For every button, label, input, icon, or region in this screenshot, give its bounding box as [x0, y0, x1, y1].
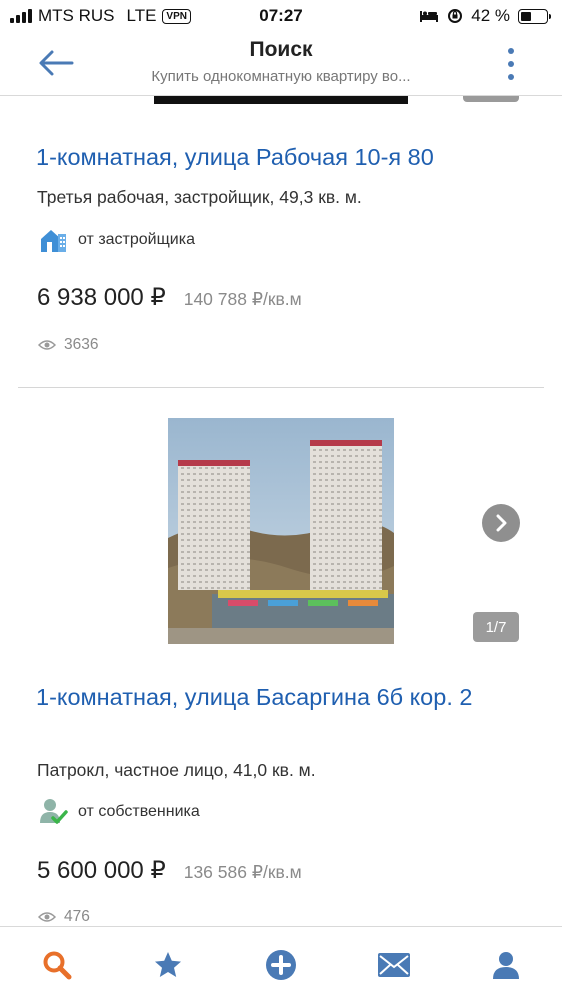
- battery-percent: 42 %: [471, 6, 510, 25]
- search-icon: [43, 951, 72, 980]
- tab-search[interactable]: [39, 947, 75, 983]
- battery-icon: [518, 8, 551, 24]
- previous-photo-counter: [463, 96, 519, 102]
- vpn-badge: VPN: [162, 8, 191, 24]
- bed-icon: [420, 11, 439, 22]
- view-count: 476: [38, 908, 90, 926]
- price-row: 5 600 000 ₽ 136 586 ₽/кв.м: [37, 856, 302, 885]
- tab-bar: [0, 926, 562, 1000]
- seller-type: от застройщика: [38, 225, 195, 255]
- seller-type: от собственника: [38, 797, 200, 827]
- status-left: MTS RUS LTE VPN: [10, 6, 191, 26]
- status-right: 42 %: [419, 6, 551, 26]
- verified-owner-icon: [40, 799, 68, 824]
- mail-icon: [378, 953, 410, 977]
- views-value: 3636: [64, 336, 99, 353]
- page-title: Поиск: [249, 38, 313, 61]
- listing-description: Патрокл, частное лицо, 41,0 кв. м.: [37, 760, 316, 780]
- price: 6 938 000 ₽: [37, 284, 166, 311]
- listing-photo[interactable]: [168, 418, 394, 644]
- status-bar: MTS RUS LTE VPN 07:27 42 %: [0, 0, 562, 32]
- search-query-subtitle[interactable]: Купить однокомнатную квартиру во...: [110, 68, 452, 85]
- building-photo: [168, 418, 394, 644]
- developer-house-icon: [41, 230, 66, 252]
- carrier: MTS RUS: [38, 6, 115, 25]
- profile-icon: [493, 952, 519, 979]
- star-icon: [155, 952, 181, 977]
- chevron-right-icon: [496, 514, 507, 532]
- previous-listing-photo[interactable]: [154, 96, 408, 104]
- price: 5 600 000 ₽: [37, 857, 166, 884]
- network-type: LTE: [126, 6, 157, 25]
- signal-icon: [10, 9, 32, 23]
- nav-header: Поиск Купить однокомнатную квартиру во..…: [0, 32, 562, 96]
- tab-favorites[interactable]: [150, 947, 186, 983]
- views-value: 476: [64, 908, 90, 925]
- add-icon: [266, 950, 296, 980]
- eye-icon: [38, 340, 56, 350]
- seller-label: от застройщика: [78, 231, 195, 248]
- tab-messages[interactable]: [376, 947, 412, 983]
- price-per-m2: 136 586 ₽/кв.м: [183, 862, 302, 882]
- divider: [18, 387, 544, 388]
- listing-title[interactable]: 1-комнатная, улица Басаргина 6б кор. 2: [36, 680, 526, 714]
- seller-label: от собственника: [78, 803, 200, 820]
- tab-profile[interactable]: [488, 947, 524, 983]
- view-count: 3636: [38, 336, 98, 354]
- next-photo-button[interactable]: [482, 504, 520, 542]
- price-row: 6 938 000 ₽ 140 788 ₽/кв.м: [37, 283, 302, 312]
- price-per-m2: 140 788 ₽/кв.м: [183, 289, 302, 309]
- listing-title[interactable]: 1-комнатная, улица Рабочая 10-я 80: [36, 140, 526, 174]
- photo-counter: 1/7: [473, 612, 519, 642]
- tab-add[interactable]: [263, 947, 299, 983]
- eye-icon: [38, 912, 56, 922]
- orientation-lock-icon: [448, 9, 463, 23]
- more-menu-icon[interactable]: [506, 48, 516, 80]
- listing-description: Третья рабочая, застройщик, 49,3 кв. м.: [37, 187, 362, 207]
